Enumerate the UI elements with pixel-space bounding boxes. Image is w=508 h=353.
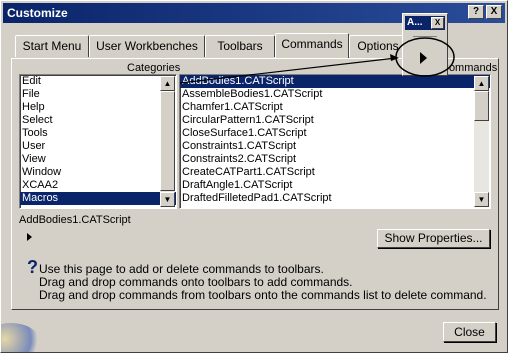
- window-title: Customize: [7, 6, 68, 20]
- scroll-up-arrow-icon[interactable]: ▲: [474, 76, 489, 91]
- tab-start-menu[interactable]: Start Menu: [15, 35, 89, 57]
- list-item[interactable]: File: [20, 88, 176, 101]
- selected-command-name: AddBodies1.CATScript: [19, 214, 131, 226]
- commands-scrollbar[interactable]: ▲ ▼: [474, 76, 489, 207]
- list-item[interactable]: Macros: [20, 192, 176, 205]
- list-item[interactable]: Edit: [20, 75, 176, 88]
- list-item[interactable]: CreateCATPart1.CATScript: [180, 166, 490, 179]
- commands-rows: AddBodies1.CATScript AssembleBodies1.CATS…: [180, 75, 490, 205]
- list-item[interactable]: Select: [20, 114, 176, 127]
- show-properties-button[interactable]: Show Properties...: [377, 229, 490, 248]
- scroll-down-arrow-icon[interactable]: ▼: [474, 192, 489, 207]
- macro-toolbar-popup[interactable]: A... X: [402, 13, 448, 76]
- list-item[interactable]: AddBodies1.CATScript: [180, 75, 490, 88]
- list-item[interactable]: User: [20, 140, 176, 153]
- list-item[interactable]: AssembleBodies1.CATScript: [180, 88, 490, 101]
- list-item[interactable]: DraftAngle1.CATScript: [180, 179, 490, 192]
- tab-toolbars[interactable]: Toolbars: [205, 35, 275, 57]
- expand-arrow-icon[interactable]: [27, 233, 32, 241]
- categories-list[interactable]: Edit File Help Select Tools User View Window XCA…: [19, 74, 177, 209]
- commands-label: Commands: [441, 62, 498, 74]
- close-button[interactable]: Close: [443, 322, 496, 342]
- list-item[interactable]: Window: [20, 166, 176, 179]
- close-window-button[interactable]: X: [486, 5, 502, 19]
- globe-logo-icon: [1, 323, 41, 352]
- popup-close-button[interactable]: X: [431, 17, 444, 29]
- scroll-up-arrow-icon[interactable]: ▲: [160, 76, 175, 91]
- list-item[interactable]: Tools: [20, 127, 176, 140]
- commands-list[interactable]: AddBodies1.CATScript AssembleBodies1.CATS…: [179, 74, 491, 209]
- list-item[interactable]: Chamfer1.CATScript: [180, 101, 490, 114]
- popup-divider: [413, 36, 437, 37]
- play-arrow-icon: [420, 52, 427, 64]
- help-button[interactable]: ?: [468, 5, 484, 19]
- tab-user-workbenches[interactable]: User Workbenches: [89, 35, 205, 57]
- list-item[interactable]: Help: [20, 101, 176, 114]
- help-text: Use this page to add or delete commands …: [39, 263, 487, 302]
- scroll-down-arrow-icon[interactable]: ▼: [160, 192, 175, 207]
- help-line-3: Drag and drop commands from toolbars ont…: [39, 288, 487, 302]
- list-item[interactable]: View: [20, 153, 176, 166]
- list-item[interactable]: CloseSurface1.CATScript: [180, 127, 490, 140]
- list-item[interactable]: DraftedFilletedPad1.CATScript: [180, 192, 490, 205]
- popup-play-button[interactable]: [409, 44, 439, 74]
- list-item[interactable]: XCAA2: [20, 179, 176, 192]
- list-item[interactable]: Constraints2.CATScript: [180, 153, 490, 166]
- scroll-thumb[interactable]: [474, 91, 489, 121]
- tab-commands[interactable]: Commands: [275, 33, 349, 58]
- list-item[interactable]: CircularPattern1.CATScript: [180, 114, 490, 127]
- help-question-icon: ?: [27, 257, 38, 277]
- list-item[interactable]: Constraints1.CATScript: [180, 140, 490, 153]
- categories-scrollbar[interactable]: ▲ ▼: [160, 76, 175, 207]
- scroll-thumb[interactable]: [160, 91, 175, 191]
- tab-options[interactable]: Options: [349, 35, 407, 57]
- categories-rows: Edit File Help Select Tools User View Window XCA…: [20, 75, 176, 205]
- categories-label: Categories: [127, 62, 181, 74]
